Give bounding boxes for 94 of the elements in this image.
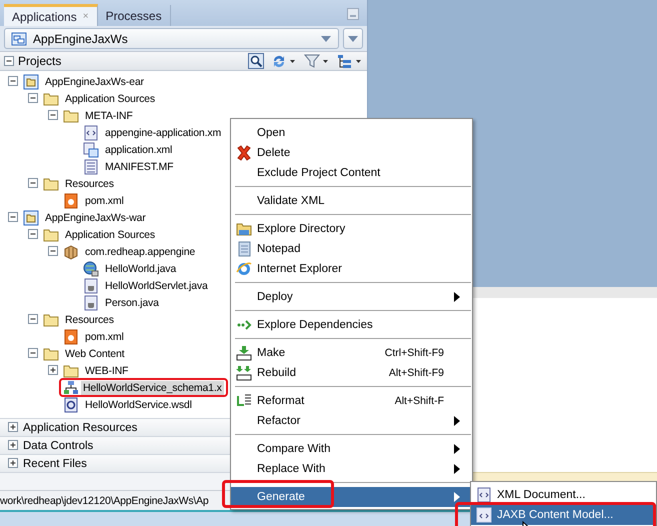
expand-toggle-icon[interactable] <box>8 212 19 223</box>
folder-icon <box>43 312 59 328</box>
expand-toggle-icon[interactable] <box>28 348 39 359</box>
package-icon <box>63 244 79 260</box>
filter-icon[interactable] <box>304 53 330 69</box>
tree-item[interactable]: appengine-application.xm <box>103 126 224 140</box>
file-icon <box>63 192 79 208</box>
xml-file-icon <box>476 487 492 503</box>
text-file-icon <box>83 158 99 174</box>
accordion-header[interactable]: Recent Files <box>23 458 87 470</box>
menu-item[interactable]: Validate XML <box>231 191 472 211</box>
build-icon <box>236 345 252 361</box>
menu-item[interactable]: Make Ctrl+Shift-F9 <box>231 343 472 363</box>
tree-item[interactable]: Person.java <box>103 296 161 310</box>
menu-item[interactable]: Replace With <box>231 459 472 479</box>
expand-toggle-icon[interactable] <box>8 440 19 451</box>
tree-item[interactable]: HelloWorldService_schema1.x <box>81 380 224 394</box>
project-icon <box>23 74 39 90</box>
menu-item[interactable]: Exclude Project Content <box>231 163 472 183</box>
expand-toggle-icon[interactable] <box>8 76 19 87</box>
xml-file-icon <box>476 507 492 523</box>
menu-item[interactable]: Delete <box>231 143 472 163</box>
tree-item[interactable]: META-INF <box>83 108 135 122</box>
notepad-icon <box>236 241 252 257</box>
menu-item[interactable]: Notepad <box>231 239 472 259</box>
globe-icon <box>83 260 99 276</box>
java-file-icon <box>83 278 99 294</box>
tree-item[interactable]: HelloWorldServlet.java <box>103 278 210 292</box>
delete-icon <box>236 145 252 161</box>
tree-item[interactable]: com.redheap.appengine <box>83 244 198 258</box>
folder-icon <box>43 90 59 106</box>
menu-item[interactable]: Internet Explorer <box>231 259 472 279</box>
folder-icon <box>236 221 252 237</box>
accordion-header[interactable]: Data Controls <box>23 440 94 452</box>
menu-item[interactable]: Reformat Alt+Shift-F <box>231 391 472 411</box>
file-icon <box>63 328 79 344</box>
expand-toggle-icon[interactable] <box>8 422 19 433</box>
project-icon <box>23 210 39 226</box>
folder-icon <box>43 346 59 362</box>
menu-item[interactable]: Refactor <box>231 411 472 431</box>
folder-icon <box>43 226 59 242</box>
menu-item[interactable]: Open <box>231 123 472 143</box>
folder-icon <box>43 176 59 192</box>
menu-item[interactable]: Explore Directory <box>231 219 472 239</box>
tree-item[interactable]: pom.xml <box>83 194 126 208</box>
expand-toggle-icon[interactable] <box>28 229 39 240</box>
folder-icon <box>63 362 79 378</box>
expand-toggle-icon[interactable] <box>8 458 19 469</box>
expand-toggle-icon[interactable] <box>48 365 59 376</box>
xml-file-icon <box>83 142 99 158</box>
reformat-icon <box>236 393 252 409</box>
tree-item[interactable]: MANIFEST.MF <box>103 160 176 174</box>
tree-item[interactable]: HelloWorld.java <box>103 262 178 276</box>
java-file-icon <box>83 294 99 310</box>
options-icon[interactable] <box>337 53 363 69</box>
application-icon <box>11 30 27 46</box>
expand-toggle-icon[interactable] <box>28 314 39 325</box>
sync-icon[interactable] <box>271 53 297 69</box>
tree-item[interactable]: HelloWorldService.wsdl <box>83 398 194 412</box>
menu-item[interactable]: Deploy <box>231 287 472 307</box>
file-path: work\redheap\jdev12120\AppEngineJaxWs\Ap <box>0 494 209 506</box>
file-icon <box>63 396 79 412</box>
collapse-icon[interactable] <box>4 56 15 66</box>
tree-item[interactable]: WEB-INF <box>83 364 130 378</box>
menu-item[interactable]: Generate <box>231 487 472 507</box>
tree-item[interactable]: Application Sources <box>63 228 157 242</box>
folder-icon <box>63 108 79 124</box>
xml-file-icon <box>83 124 99 140</box>
tree-item[interactable]: application.xml <box>103 142 174 156</box>
panel-tab[interactable]: Applications × <box>4 4 98 26</box>
caret-icon <box>320 34 332 42</box>
expand-toggle-icon[interactable] <box>28 93 39 104</box>
tree-item[interactable]: Web Content <box>63 346 126 360</box>
tree-item[interactable]: AppEngineJaxWs-ear <box>43 74 146 88</box>
section-title: Projects <box>18 54 62 68</box>
browser-icon <box>236 261 252 277</box>
expand-toggle-icon[interactable] <box>48 246 59 257</box>
tree-item[interactable]: AppEngineJaxWs-war <box>43 210 148 224</box>
menu-item[interactable]: Compare With <box>231 439 472 459</box>
tree-item[interactable]: Resources <box>63 312 116 326</box>
application-dropdown[interactable]: AppEngineJaxWs <box>4 28 339 49</box>
build-icon <box>236 365 252 381</box>
expand-toggle-icon[interactable] <box>28 178 39 189</box>
menu-item[interactable]: XML Document... <box>471 485 656 505</box>
search-icon[interactable] <box>248 53 264 69</box>
menu-item[interactable]: Rebuild Alt+Shift-F9 <box>231 363 472 383</box>
tree-item[interactable]: Application Sources <box>63 92 157 106</box>
expand-toggle-icon[interactable] <box>48 110 59 121</box>
menu-item[interactable]: JAXB Content Model... <box>471 505 656 525</box>
tree-item[interactable]: pom.xml <box>83 330 126 344</box>
menu-item[interactable]: Explore Dependencies <box>231 315 472 335</box>
tree-item[interactable]: Resources <box>63 176 116 190</box>
caret-icon <box>347 34 359 42</box>
hierarchy-icon <box>63 380 79 396</box>
